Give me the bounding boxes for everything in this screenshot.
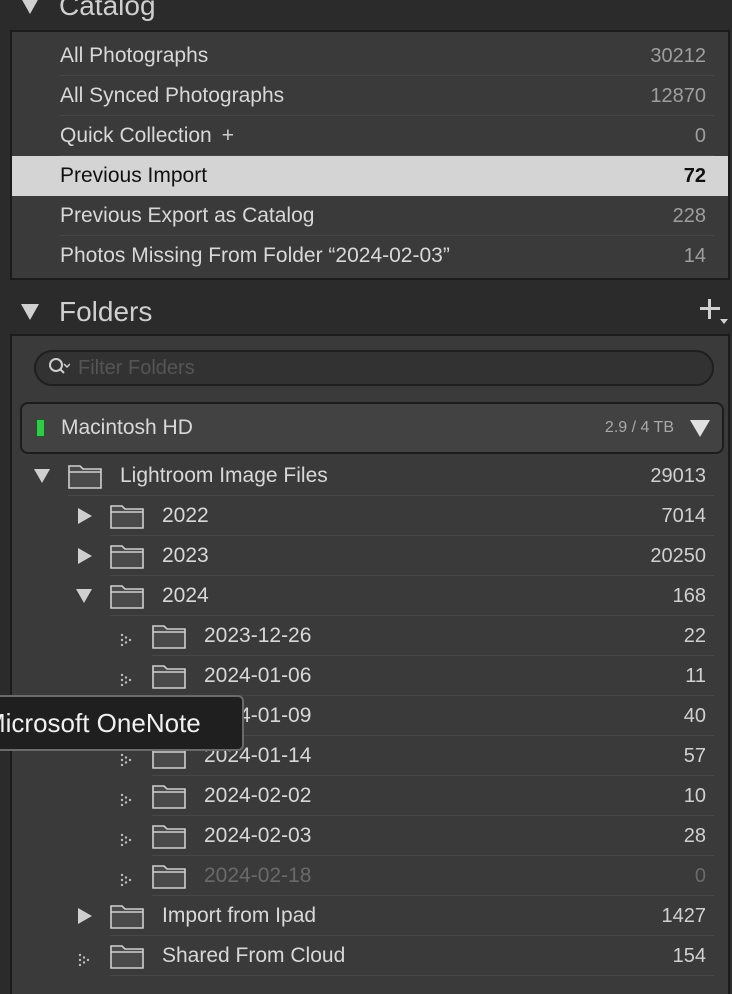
folder-count: 57: [683, 744, 706, 767]
folder-icon: [152, 663, 186, 689]
folder-label: 2022: [162, 504, 209, 527]
folder-icon: [110, 903, 144, 929]
folder-count: 168: [672, 584, 706, 607]
folder-row[interactable]: Lightroom Image Files 29013: [12, 456, 728, 496]
catalog-item-count: 72: [683, 164, 706, 187]
no-subfolders-icon: [120, 829, 136, 847]
filter-folders-input[interactable]: [76, 355, 660, 381]
no-subfolders-icon: [120, 749, 136, 767]
volume-capacity: 2.9 / 4 TB: [604, 419, 674, 436]
folder-row[interactable]: 2024-02-03 28: [12, 816, 728, 856]
no-subfolders-icon: [78, 949, 94, 967]
folder-row[interactable]: 2023 20250: [12, 536, 728, 576]
folders-title: Folders: [59, 296, 153, 327]
catalog-item-count: 0: [694, 124, 706, 147]
no-subfolders-icon: [120, 669, 136, 687]
folder-row[interactable]: 2024-02-18 0: [12, 856, 728, 896]
catalog-item-count: 30212: [650, 44, 706, 67]
search-icon[interactable]: [48, 357, 70, 379]
folder-count: 20250: [650, 544, 706, 567]
catalog-item[interactable]: Previous Import 72: [12, 156, 728, 196]
catalog-title: Catalog: [59, 0, 156, 21]
folder-count: 10: [683, 784, 706, 807]
folder-count: 1427: [661, 904, 707, 927]
folder-label: 2024-02-02: [204, 784, 312, 807]
folder-icon: [110, 543, 144, 569]
disclosure-closed-icon[interactable]: [78, 548, 92, 564]
disclosure-open-icon[interactable]: [76, 589, 92, 603]
catalog-item[interactable]: All Synced Photographs 12870: [12, 76, 728, 116]
folder-count: 7014: [661, 504, 707, 527]
folder-count: 40: [683, 704, 706, 727]
folder-label: 2023-12-26: [204, 624, 312, 647]
catalog-item-label: All Photographs: [60, 44, 209, 67]
folder-count: 28: [683, 824, 706, 847]
folder-icon: [110, 943, 144, 969]
folders-panel-header[interactable]: Folders: [0, 292, 732, 332]
no-subfolders-icon: [120, 629, 136, 647]
catalog-item[interactable]: Photos Missing From Folder “2024-02-03” 1…: [12, 236, 728, 276]
catalog-list: All Photographs 30212 All Synced Photograp…: [10, 30, 730, 280]
folder-icon: [152, 863, 186, 889]
catalog-item-label: Previous Export as Catalog: [60, 204, 315, 227]
folder-label: 2024-02-18: [204, 864, 312, 887]
collapse-triangle-icon[interactable]: [21, 0, 39, 14]
catalog-item-count: 228: [672, 204, 706, 227]
catalog-item[interactable]: All Photographs 30212: [12, 36, 728, 76]
folder-row[interactable]: Import from Ipad 1427: [12, 896, 728, 936]
add-to-quick-collection-icon[interactable]: +: [222, 124, 234, 147]
add-folder-plus-icon[interactable]: [698, 296, 728, 324]
folder-row[interactable]: 2023-12-26 22: [12, 616, 728, 656]
folder-label: Shared From Cloud: [162, 944, 346, 967]
catalog-item-label: Photos Missing From Folder “2024-02-03”: [60, 244, 450, 267]
folder-row[interactable]: 2024-02-02 10: [12, 776, 728, 816]
folder-label: 2023: [162, 544, 209, 567]
folder-count: 11: [685, 664, 706, 687]
folder-count: 22: [683, 624, 706, 647]
folder-count: 29013: [650, 464, 706, 487]
volume-header-macintosh-hd[interactable]: Macintosh HD 2.9 / 4 TB: [20, 402, 724, 454]
catalog-item[interactable]: Quick Collection + 0: [12, 116, 728, 156]
folder-row[interactable]: Shared From Cloud 154: [12, 936, 728, 976]
folder-count: 154: [672, 944, 706, 967]
folder-icon: [110, 583, 144, 609]
folder-label: Lightroom Image Files: [120, 464, 328, 487]
catalog-item[interactable]: Previous Export as Catalog 228: [12, 196, 728, 236]
filter-folders-search[interactable]: [34, 350, 714, 386]
catalog-item-count: 14: [683, 244, 706, 267]
folder-label: 2024: [162, 584, 209, 607]
tooltip-text: Microsoft OneNote: [0, 707, 201, 738]
tooltip: Microsoft OneNote: [0, 695, 244, 751]
catalog-panel-header[interactable]: Catalog: [0, 0, 732, 26]
no-subfolders-icon: [120, 789, 136, 807]
folder-label: 2024-01-06: [204, 664, 312, 687]
folder-icon: [152, 823, 186, 849]
catalog-item-label: Previous Import: [60, 164, 208, 187]
disclosure-closed-icon[interactable]: [78, 508, 92, 524]
volume-name: Macintosh HD: [61, 416, 193, 439]
disclosure-open-icon[interactable]: [34, 469, 50, 483]
folder-label: 2024-02-03: [204, 824, 312, 847]
volume-status-led: [36, 419, 45, 437]
folder-count: 0: [694, 864, 706, 887]
folder-row[interactable]: 2024 168: [12, 576, 728, 616]
folder-icon: [152, 783, 186, 809]
folder-row[interactable]: 2024-01-06 11: [12, 656, 728, 696]
folder-icon: [152, 623, 186, 649]
folder-icon: [110, 503, 144, 529]
volume-expand-triangle-icon[interactable]: [690, 419, 710, 437]
folders-panel: Macintosh HD 2.9 / 4 TB Lightroom Image …: [10, 334, 730, 994]
disclosure-closed-icon[interactable]: [78, 908, 92, 924]
catalog-item-label: Quick Collection +: [60, 124, 234, 147]
folder-icon: [68, 463, 102, 489]
no-subfolders-icon: [120, 869, 136, 887]
catalog-item-label: All Synced Photographs: [60, 84, 285, 107]
folder-row[interactable]: 2022 7014: [12, 496, 728, 536]
catalog-item-count: 12870: [650, 84, 706, 107]
folder-label: Import from Ipad: [162, 904, 317, 927]
collapse-triangle-icon[interactable]: [21, 304, 39, 320]
